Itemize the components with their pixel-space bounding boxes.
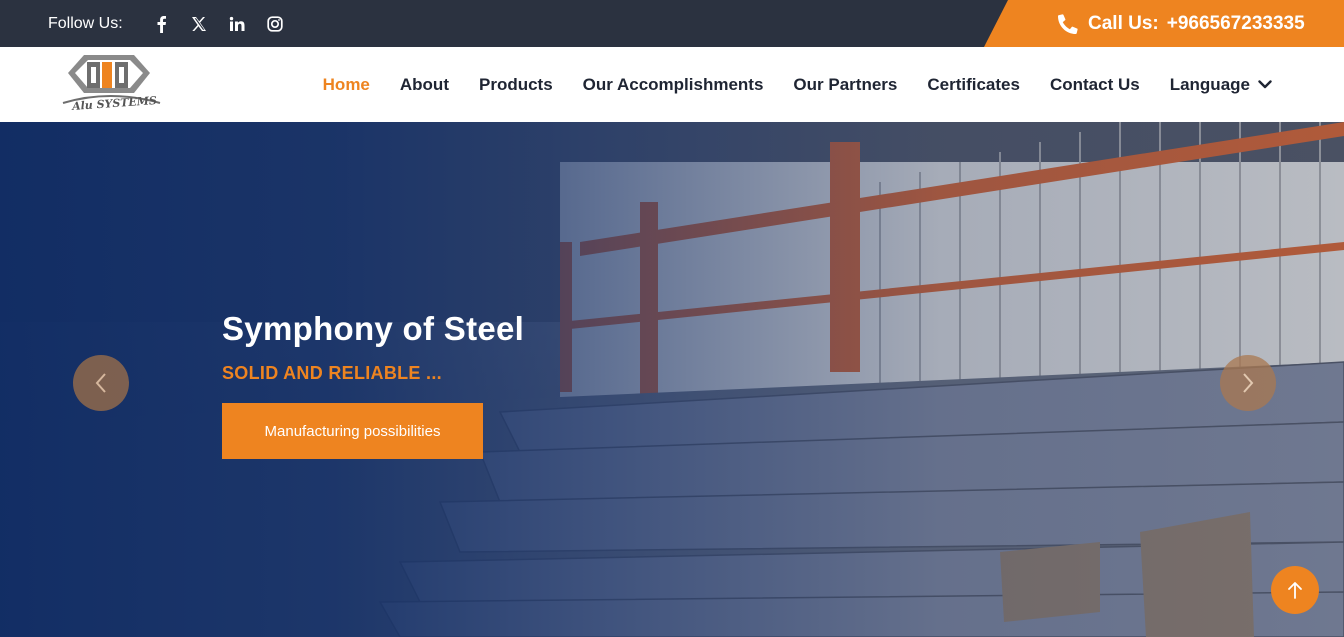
chevron-left-icon [95, 373, 106, 393]
hero-subtitle: SOLID AND RELIABLE ... [222, 363, 442, 383]
facebook-icon[interactable] [149, 12, 173, 36]
nav-item-certificates[interactable]: Certificates [927, 75, 1020, 95]
x-icon[interactable] [187, 12, 211, 36]
call-us-label: Call Us: [1088, 12, 1159, 34]
language-label: Language [1169, 74, 1250, 94]
main-navbar: Alu SYSTEMS Home About Products Our Acco… [0, 47, 1344, 122]
chevron-down-icon [1258, 80, 1272, 89]
linkedin-icon[interactable] [225, 12, 249, 36]
primary-nav: Home About Products Our Accomplishments … [293, 47, 1272, 122]
nav-item-partners[interactable]: Our Partners [793, 75, 897, 95]
instagram-icon[interactable] [263, 12, 287, 36]
follow-us: Follow Us: [48, 0, 287, 47]
slider-next-button[interactable] [1220, 355, 1276, 411]
scroll-to-top-button[interactable] [1271, 566, 1319, 614]
slider-prev-button[interactable] [73, 355, 129, 411]
nav-item-products[interactable]: Products [479, 75, 553, 95]
nav-item-about[interactable]: About [400, 75, 449, 95]
top-bar: Follow Us: Call Us: +966567233335 [0, 0, 1344, 47]
alu-systems-logo[interactable]: Alu SYSTEMS [60, 53, 164, 117]
nav-item-home[interactable]: Home [323, 75, 370, 95]
nav-item-contact[interactable]: Contact Us [1050, 75, 1140, 95]
manufacturing-possibilities-button[interactable]: Manufacturing possibilities [222, 403, 483, 459]
nav-item-accomplishments[interactable]: Our Accomplishments [583, 75, 764, 95]
phone-icon [1058, 13, 1078, 34]
hero-slider: Symphony of Steel SOLID AND RELIABLE ...… [0, 122, 1344, 637]
arrow-up-icon [1288, 582, 1302, 599]
phone-number[interactable]: +966567233335 [1167, 13, 1305, 35]
call-us-box[interactable]: Call Us: +966567233335 [984, 0, 1344, 47]
hero-title: Symphony of Steel [222, 310, 525, 347]
nav-item-language[interactable]: Language [1170, 75, 1272, 95]
chevron-right-icon [1243, 373, 1254, 393]
follow-us-label: Follow Us: [48, 14, 123, 32]
hero-overlay [0, 122, 1344, 637]
